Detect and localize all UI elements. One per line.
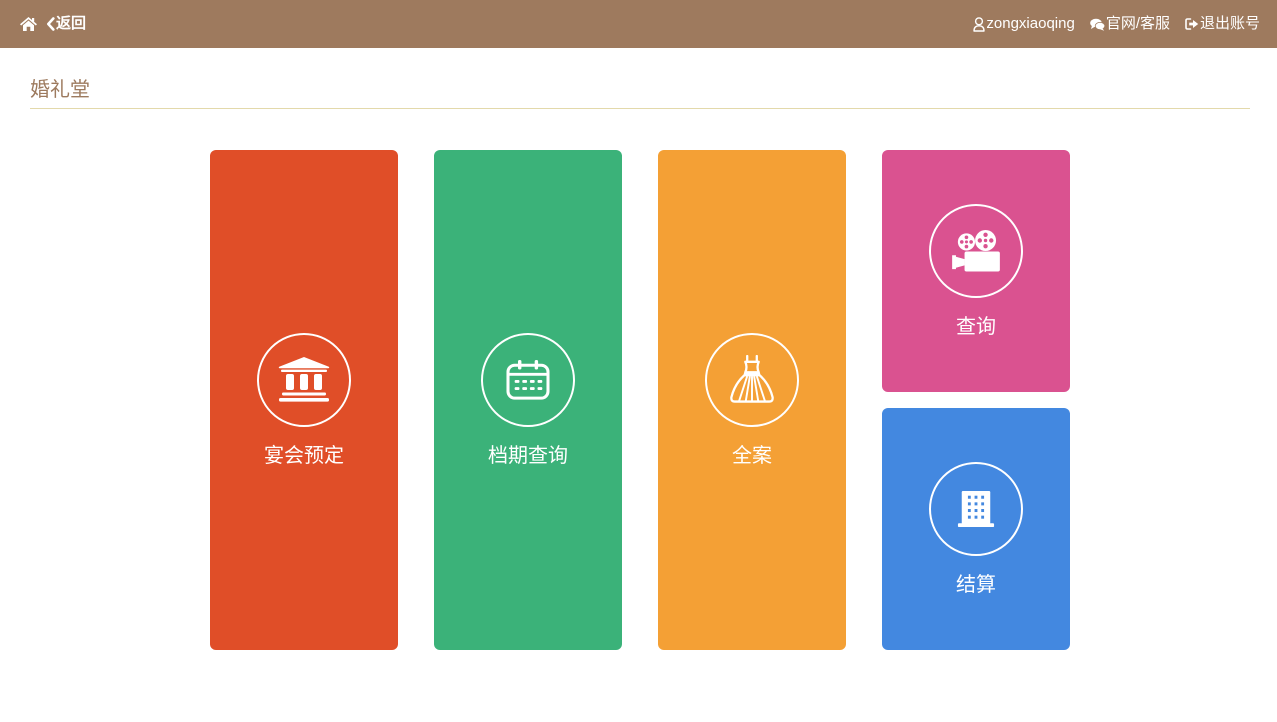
tile-icon-circle bbox=[929, 461, 1023, 556]
user-name: zongxiaoqing bbox=[986, 15, 1075, 32]
top-bar: 返回 zongxiaoqing 官网/客服 退出账号 bbox=[0, 0, 1277, 48]
tile-banquet-booking[interactable]: 宴会预定 bbox=[210, 150, 398, 650]
tile-label: 档期查询 bbox=[488, 444, 568, 467]
top-bar-left: 返回 bbox=[20, 0, 86, 48]
home-icon bbox=[20, 17, 37, 31]
tile-icon-circle bbox=[705, 332, 799, 427]
tile-label: 宴会预定 bbox=[264, 444, 344, 467]
home-button[interactable] bbox=[20, 17, 37, 31]
page-title: 婚礼堂 bbox=[30, 79, 90, 101]
user-account-link[interactable]: zongxiaoqing bbox=[973, 15, 1075, 33]
film-camera-icon bbox=[952, 229, 1000, 272]
back-label: 返回 bbox=[56, 15, 87, 32]
calendar-icon bbox=[506, 359, 550, 400]
tile-label: 查询 bbox=[956, 315, 996, 338]
comments-icon bbox=[1090, 18, 1105, 31]
top-bar-right: zongxiaoqing 官网/客服 退出账号 bbox=[973, 0, 1260, 48]
tile-query[interactable]: 查询 bbox=[882, 150, 1070, 392]
tile-label: 结算 bbox=[956, 573, 996, 596]
page-header: 婚礼堂 bbox=[30, 76, 1250, 109]
bank-icon bbox=[278, 356, 330, 402]
tile-icon-circle bbox=[929, 203, 1023, 298]
building-icon bbox=[957, 490, 995, 527]
tile-full-package[interactable]: 全案 bbox=[658, 150, 846, 650]
tile-schedule-query[interactable]: 档期查询 bbox=[434, 150, 622, 650]
logout-label: 退出账号 bbox=[1199, 15, 1260, 32]
logout-link[interactable]: 退出账号 bbox=[1185, 15, 1260, 33]
back-button[interactable]: 返回 bbox=[46, 15, 86, 33]
service-link[interactable]: 官网/客服 bbox=[1090, 15, 1170, 33]
tile-icon-circle bbox=[257, 332, 351, 427]
tile-icon-circle bbox=[481, 332, 575, 427]
service-label: 官网/客服 bbox=[1105, 15, 1170, 32]
wedding-dress-icon bbox=[730, 354, 774, 403]
tile-settlement[interactable]: 结算 bbox=[882, 408, 1070, 650]
sign-out-icon bbox=[1185, 18, 1199, 30]
tile-label: 全案 bbox=[732, 444, 772, 467]
chevron-left-icon bbox=[47, 17, 55, 31]
user-icon bbox=[973, 16, 986, 32]
